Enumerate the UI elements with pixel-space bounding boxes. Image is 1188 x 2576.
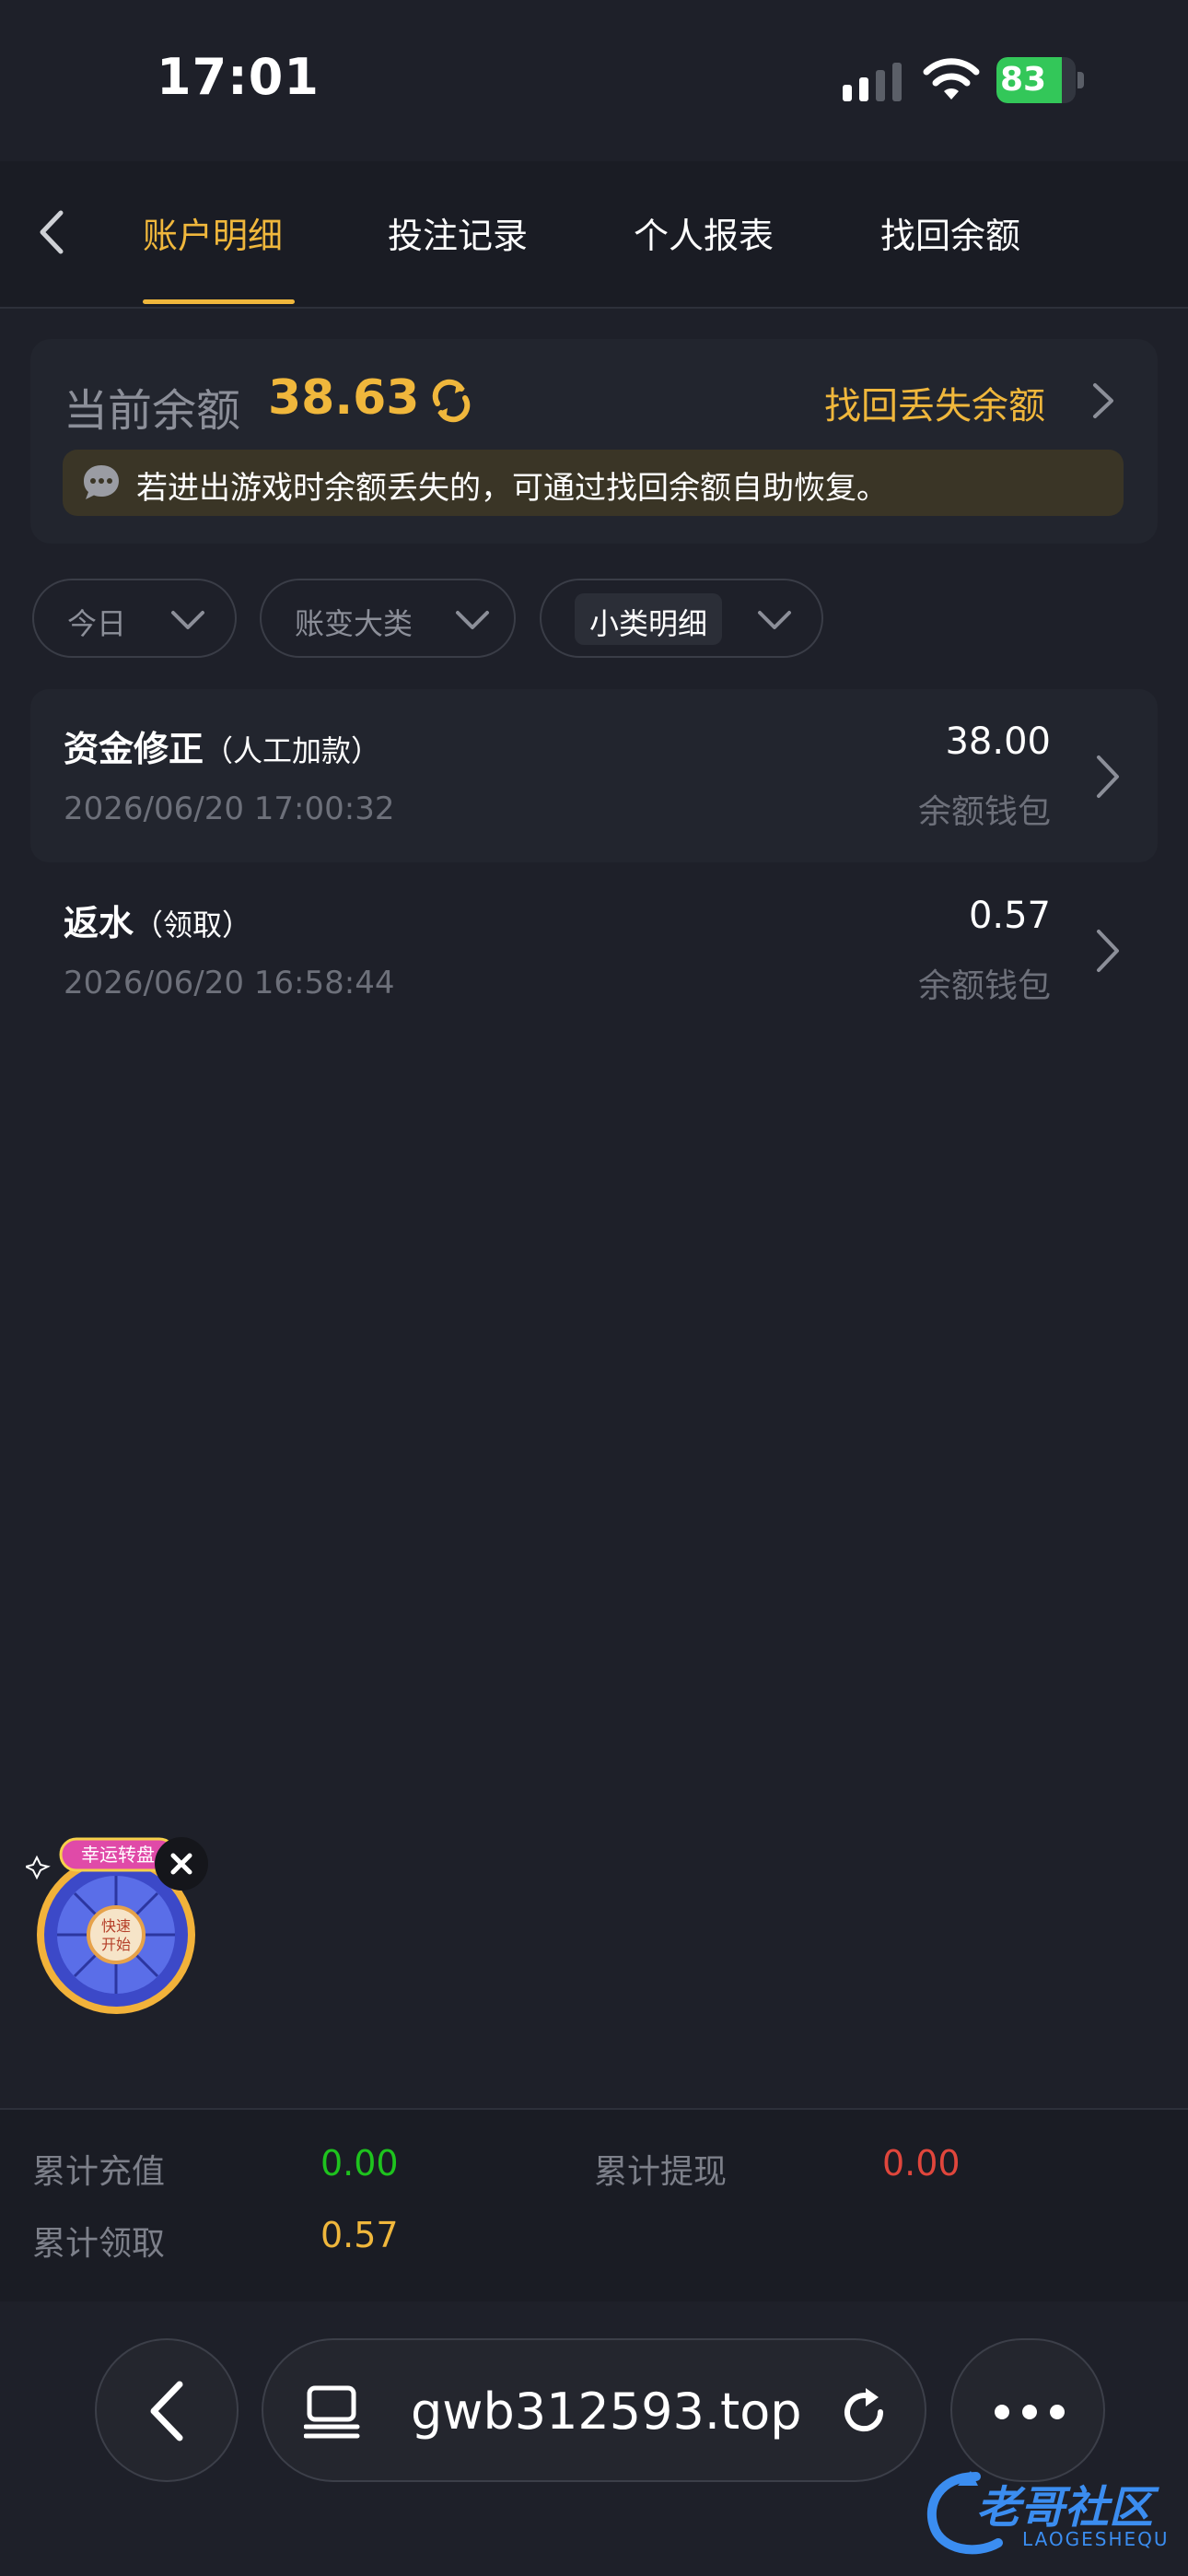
tab-personal-report[interactable]: 个人报表 (634, 207, 774, 258)
status-bar: 17:01 83 (0, 0, 1188, 161)
watermark-text: 老哥社区 (976, 2482, 1154, 2534)
summary-panel: 累计充值 0.00 累计提现 0.00 累计领取 0.57 (0, 2108, 1188, 2301)
browser-back-button[interactable] (95, 2338, 239, 2482)
date-filter-dropdown[interactable]: 今日 (32, 579, 237, 658)
notice-banner: 若进出游戏时余额丢失的，可通过找回余额自助恢复。 (63, 450, 1124, 516)
chevron-left-icon (150, 2381, 183, 2441)
chat-bubble-icon (84, 465, 119, 499)
tab-bar: 账户明细 投注记录 个人报表 找回余额 (0, 161, 1188, 309)
widget-center-line-1: 快速 (101, 1917, 131, 1935)
balance-label: 当前余额 (64, 385, 241, 437)
more-dots-icon (995, 2405, 1065, 2419)
subcategory-filter-label: 小类明细 (589, 606, 708, 641)
transaction-subtitle: （领取） (134, 907, 252, 943)
watermark-logo: 老哥社区 LAOGESHEQU (921, 2467, 1188, 2576)
widget-center-line-2: 开始 (101, 1936, 131, 1953)
transaction-row[interactable]: 返水（领取） 2026/06/20 16:58:44 0.57 余额钱包 (30, 863, 1158, 1036)
notice-text: 若进出游戏时余额丢失的，可通过找回余额自助恢复。 (136, 470, 888, 507)
transaction-title: 返水（领取） (64, 903, 252, 943)
transaction-subtitle: （人工加款） (204, 733, 381, 768)
total-recharge-label: 累计充值 (32, 2153, 166, 2191)
tab-account-details[interactable]: 账户明细 (143, 207, 283, 258)
transaction-wallet: 余额钱包 (917, 793, 1051, 831)
chevron-down-icon (456, 611, 489, 629)
total-claimed-label: 累计领取 (32, 2225, 166, 2263)
widget-banner-text: 幸运转盘 (81, 1844, 155, 1866)
chevron-right-icon (1097, 755, 1119, 798)
address-bar[interactable]: gwb312593.top (262, 2338, 926, 2482)
close-widget-button[interactable] (155, 1837, 208, 1891)
tab-bet-records[interactable]: 投注记录 (388, 207, 528, 258)
wifi-icon (923, 58, 980, 100)
transaction-amount: 0.57 (968, 895, 1051, 937)
close-icon (170, 1853, 192, 1875)
chevron-down-icon (171, 611, 204, 629)
chevron-right-icon (1097, 930, 1119, 972)
refresh-balance-icon[interactable] (426, 376, 476, 426)
transaction-datetime: 2026/06/20 16:58:44 (64, 965, 395, 1001)
back-chevron-icon[interactable] (35, 209, 68, 255)
watermark-subtext: LAOGESHEQU (1022, 2528, 1170, 2550)
battery-indicator: 83 (996, 57, 1085, 103)
balance-card: 当前余额 38.63 找回丢失余额 若进出游戏时余额丢失的，可通过找回余额自助恢… (30, 339, 1158, 544)
reload-icon[interactable] (834, 2383, 893, 2441)
status-time: 17:01 (157, 48, 320, 106)
date-filter-label: 今日 (67, 606, 127, 641)
transaction-datetime: 2026/06/20 17:00:32 (64, 790, 395, 827)
subcategory-filter-dropdown[interactable]: 小类明细 (540, 579, 823, 658)
total-withdraw-label: 累计提现 (594, 2153, 728, 2191)
battery-level: 83 (1000, 61, 1047, 99)
total-withdraw-value: 0.00 (882, 2143, 961, 2184)
reader-tabs-icon[interactable] (304, 2384, 363, 2440)
url-text: gwb312593.top (411, 2383, 802, 2441)
transaction-row[interactable]: 资金修正（人工加款） 2026/06/20 17:00:32 38.00 余额钱… (30, 689, 1158, 862)
chevron-down-icon (758, 611, 791, 629)
recover-lost-balance-link[interactable]: 找回丢失余额 (824, 376, 1045, 429)
total-claimed-value: 0.57 (320, 2215, 399, 2255)
more-options-button[interactable] (950, 2338, 1105, 2482)
category-filter-label: 账变大类 (295, 606, 413, 641)
transaction-amount: 38.00 (945, 720, 1051, 763)
cellular-signal-icon (843, 63, 902, 101)
active-tab-indicator (143, 299, 295, 304)
category-filter-dropdown[interactable]: 账变大类 (260, 579, 516, 658)
balance-value: 38.63 (268, 370, 420, 426)
transaction-title: 资金修正（人工加款） (64, 729, 381, 769)
tab-recover-balance[interactable]: 找回余额 (880, 207, 1020, 258)
total-recharge-value: 0.00 (320, 2143, 399, 2184)
transaction-wallet: 余额钱包 (917, 967, 1051, 1005)
chevron-right-icon[interactable] (1091, 381, 1115, 420)
